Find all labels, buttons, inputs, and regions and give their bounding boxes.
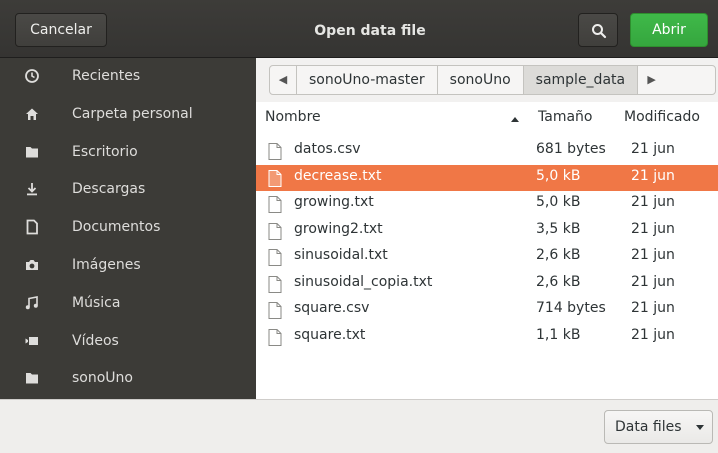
sidebar-item-label: Escritorio bbox=[72, 143, 138, 160]
open-button[interactable]: Abrir bbox=[630, 13, 708, 47]
file-icon bbox=[268, 328, 282, 346]
file-icon bbox=[268, 169, 282, 187]
file-name: decrease.txt bbox=[294, 167, 382, 184]
file-row[interactable]: growing.txt 5,0 kB 21 jun bbox=[256, 191, 718, 218]
sidebar-item-label: Carpeta personal bbox=[72, 105, 193, 122]
header-bar: Cancelar Open data file Abrir bbox=[0, 0, 718, 58]
sort-ascending-icon bbox=[511, 117, 519, 122]
camera-icon bbox=[26, 259, 38, 270]
file-modified: 21 jun bbox=[631, 326, 675, 343]
sidebar-item-label: Recientes bbox=[72, 68, 141, 84]
file-row[interactable]: decrease.txt 5,0 kB 21 jun bbox=[256, 164, 718, 191]
breadcrumb-item[interactable]: sonoUno-master bbox=[297, 66, 438, 94]
file-modified: 21 jun bbox=[631, 247, 675, 263]
sidebar-item-escritorio[interactable]: Escritorio bbox=[0, 134, 256, 172]
home-icon bbox=[26, 108, 38, 120]
sidebar-item-sonouno[interactable]: sonoUno bbox=[0, 360, 256, 398]
file-modified: 21 jun bbox=[631, 141, 675, 157]
folder-icon bbox=[26, 373, 38, 384]
file-list: datos.csv 681 bytes 21 jun decrease.txt 5,0 … bbox=[256, 138, 718, 350]
sidebar-item-musica[interactable]: Música bbox=[0, 285, 256, 323]
file-icon bbox=[268, 222, 282, 240]
file-modified: 21 jun bbox=[631, 167, 675, 184]
file-modified: 21 jun bbox=[631, 194, 675, 210]
column-header-name[interactable]: Nombre bbox=[265, 109, 321, 125]
clock-icon bbox=[25, 69, 39, 83]
file-size: 714 bytes bbox=[536, 300, 606, 316]
file-size: 2,6 kB bbox=[536, 247, 581, 263]
sidebar-item-recientes[interactable]: Recientes bbox=[0, 58, 256, 96]
file-icon bbox=[268, 302, 282, 319]
video-icon bbox=[25, 336, 38, 345]
path-bar: ◀ sonoUno-master sonoUno sample_data ▶ bbox=[256, 58, 718, 102]
file-modified: 21 jun bbox=[631, 220, 675, 237]
column-headers: Nombre Tamaño Modificado bbox=[256, 106, 718, 132]
chevron-left-icon: ◀ bbox=[278, 73, 288, 86]
sidebar-item-label: Imágenes bbox=[72, 256, 141, 273]
breadcrumb-item-current[interactable]: sample_data bbox=[523, 66, 639, 94]
folder-icon bbox=[26, 146, 38, 158]
chevron-right-icon: ▶ bbox=[647, 73, 656, 86]
sidebar-item-imagenes[interactable]: Imágenes bbox=[0, 247, 256, 285]
file-name: sinusoidal_copia.txt bbox=[294, 273, 433, 290]
file-size: 5,0 kB bbox=[536, 194, 581, 210]
sidebar-item-label: sonoUno bbox=[72, 370, 133, 387]
file-icon bbox=[268, 196, 282, 213]
file-type-filter[interactable]: Data files bbox=[604, 410, 713, 444]
search-icon bbox=[592, 24, 607, 39]
file-name: growing2.txt bbox=[294, 220, 383, 237]
path-back-button[interactable]: ◀ bbox=[270, 66, 297, 94]
file-icon bbox=[268, 143, 282, 160]
file-icon bbox=[268, 249, 282, 266]
column-header-modified[interactable]: Modificado bbox=[624, 109, 700, 125]
column-header-size[interactable]: Tamaño bbox=[538, 109, 592, 125]
path-forward-button[interactable]: ▶ bbox=[638, 66, 665, 94]
file-browser: ◀ sonoUno-master sonoUno sample_data ▶ N… bbox=[256, 58, 718, 399]
file-modified: 21 jun bbox=[631, 300, 675, 316]
document-icon bbox=[26, 219, 38, 235]
file-row[interactable]: datos.csv 681 bytes 21 jun bbox=[256, 138, 718, 165]
sidebar-item-label: Música bbox=[72, 294, 121, 311]
file-name: square.txt bbox=[294, 326, 366, 343]
file-row[interactable]: sinusoidal_copia.txt 2,6 kB 21 jun bbox=[256, 271, 718, 298]
filter-label: Data files bbox=[615, 419, 682, 435]
sidebar-item-label: Descargas bbox=[72, 181, 146, 198]
chevron-down-icon bbox=[696, 425, 704, 430]
file-row[interactable]: square.csv 714 bytes 21 jun bbox=[256, 297, 718, 324]
file-name: growing.txt bbox=[294, 194, 374, 210]
file-size: 2,6 kB bbox=[536, 273, 581, 290]
file-name: square.csv bbox=[294, 300, 370, 316]
sidebar-item-documentos[interactable]: Documentos bbox=[0, 209, 256, 247]
download-icon bbox=[27, 183, 37, 196]
file-size: 3,5 kB bbox=[536, 220, 581, 237]
file-row[interactable]: square.txt 1,1 kB 21 jun bbox=[256, 324, 718, 351]
file-size: 1,1 kB bbox=[536, 326, 581, 343]
breadcrumb-item[interactable]: sonoUno bbox=[438, 66, 524, 94]
file-size: 681 bytes bbox=[536, 141, 606, 157]
file-name: datos.csv bbox=[294, 141, 361, 157]
file-modified: 21 jun bbox=[631, 273, 675, 290]
file-row[interactable]: sinusoidal.txt 2,6 kB 21 jun bbox=[256, 244, 718, 271]
file-row[interactable]: growing2.txt 3,5 kB 21 jun bbox=[256, 218, 718, 245]
places-sidebar: Recientes Carpeta personal Escritorio De… bbox=[0, 58, 256, 399]
sidebar-item-label: Vídeos bbox=[72, 332, 119, 349]
music-icon bbox=[25, 295, 38, 309]
sidebar-item-carpeta-personal[interactable]: Carpeta personal bbox=[0, 96, 256, 134]
cancel-button[interactable]: Cancelar bbox=[15, 13, 107, 47]
file-name: sinusoidal.txt bbox=[294, 247, 388, 263]
sidebar-item-descargas[interactable]: Descargas bbox=[0, 171, 256, 209]
sidebar-item-videos[interactable]: Vídeos bbox=[0, 323, 256, 361]
dialog-title: Open data file bbox=[314, 23, 426, 39]
footer-bar: Data files bbox=[0, 399, 718, 453]
breadcrumb: ◀ sonoUno-master sonoUno sample_data ▶ bbox=[269, 65, 716, 95]
sidebar-item-label: Documentos bbox=[72, 219, 161, 236]
search-button[interactable] bbox=[578, 13, 618, 47]
file-icon bbox=[268, 275, 282, 293]
file-size: 5,0 kB bbox=[536, 167, 581, 184]
